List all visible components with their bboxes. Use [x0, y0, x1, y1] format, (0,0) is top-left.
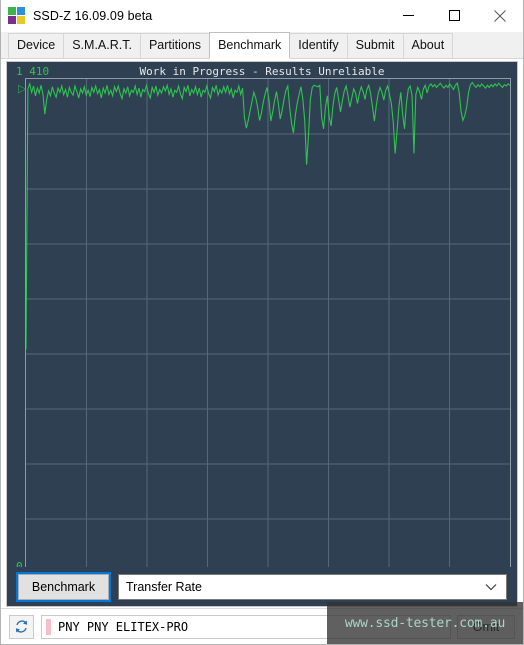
- benchmark-controls-row: Benchmark Transfer Rate: [6, 567, 518, 607]
- close-button[interactable]: [477, 0, 523, 31]
- minimize-icon: [402, 15, 414, 16]
- minimize-button[interactable]: [385, 0, 431, 31]
- tab-submit[interactable]: Submit: [346, 33, 404, 58]
- ssdz-application-window: SSD-Z 16.09.09 beta Device S.M.A.R.T. Pa…: [0, 0, 524, 645]
- window-controls: [385, 0, 523, 31]
- benchmark-mode-value: Transfer Rate: [126, 579, 202, 594]
- tab-identify[interactable]: Identify: [289, 33, 348, 58]
- tab-about[interactable]: About: [402, 33, 454, 58]
- tab-partitions[interactable]: Partitions: [139, 33, 211, 58]
- transfer-rate-chart-svg: [26, 79, 510, 574]
- transfer-rate-chart[interactable]: [25, 78, 511, 575]
- device-name-label: PNY PNY ELITEX-PRO: [58, 619, 189, 634]
- device-color-chip: [46, 618, 51, 635]
- device-select[interactable]: PNY PNY ELITEX-PRO: [41, 614, 451, 639]
- maximize-button[interactable]: [431, 0, 477, 31]
- app-logo-icon: [8, 7, 25, 24]
- window-title: SSD-Z 16.09.09 beta: [33, 8, 153, 23]
- benchmark-panel: 1 410 Work in Progress - Results Unrelia…: [1, 59, 523, 611]
- tab-device[interactable]: Device: [8, 33, 65, 58]
- device-selection-bar: PNY PNY ELITEX-PRO Omit: [1, 608, 523, 644]
- refresh-icon: [15, 620, 28, 633]
- run-benchmark-button[interactable]: Benchmark: [16, 571, 111, 602]
- tab-benchmark[interactable]: Benchmark: [209, 32, 291, 59]
- benchmark-mode-select[interactable]: Transfer Rate: [118, 573, 507, 600]
- maximize-icon: [448, 10, 460, 21]
- tab-strip: Device S.M.A.R.T. Partitions Benchmark I…: [1, 32, 523, 59]
- benchmark-graph-container: 1 410 Work in Progress - Results Unrelia…: [6, 61, 518, 607]
- close-icon: [494, 9, 506, 22]
- refresh-devices-button[interactable]: [9, 614, 34, 639]
- chevron-down-icon: [485, 583, 497, 590]
- tab-smart[interactable]: S.M.A.R.T.: [63, 33, 141, 58]
- title-bar: SSD-Z 16.09.09 beta: [1, 0, 523, 32]
- work-in-progress-banner: Work in Progress - Results Unreliable: [139, 65, 385, 78]
- omit-button[interactable]: Omit: [457, 614, 515, 639]
- chart-gridlines: [26, 79, 510, 574]
